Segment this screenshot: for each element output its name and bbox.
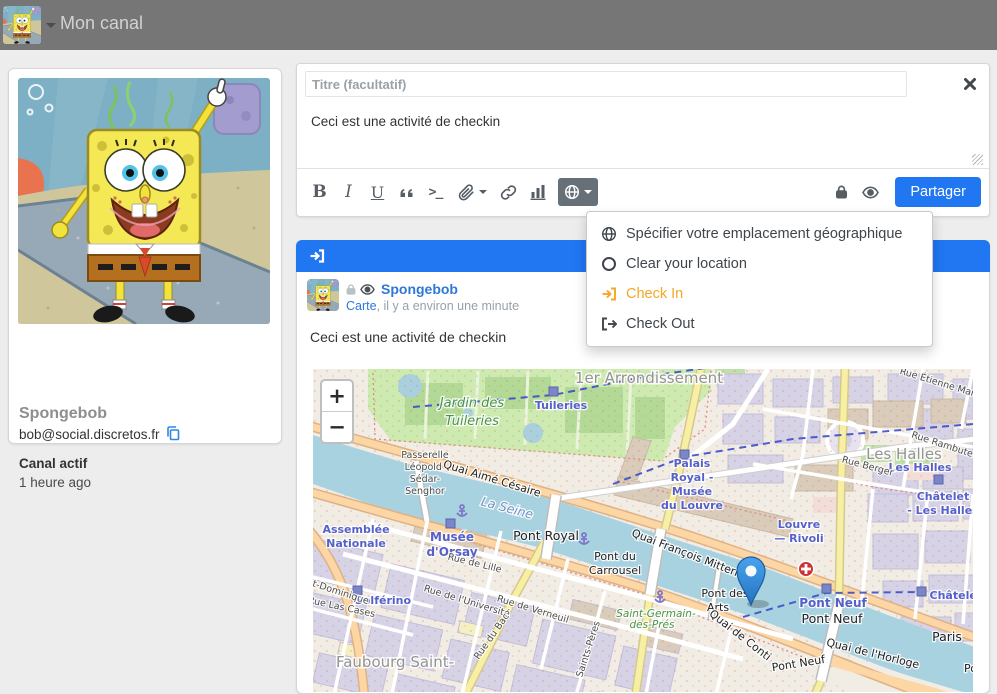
sign-in-icon bbox=[309, 248, 325, 264]
post-meta: Carte, il y a environ une minute bbox=[346, 299, 519, 313]
map-label: Royal - bbox=[671, 471, 714, 484]
zoom-out-button[interactable]: − bbox=[322, 412, 352, 442]
channel-avatar[interactable] bbox=[3, 6, 41, 44]
post-body-text: Ceci est une activité de checkin bbox=[310, 329, 506, 345]
chevron-down-icon bbox=[479, 190, 487, 198]
terminal-icon[interactable]: >_ bbox=[421, 177, 450, 207]
map-label: Nationale bbox=[326, 537, 386, 550]
sign-out-icon bbox=[601, 316, 617, 332]
map-label: Louvre bbox=[778, 518, 820, 531]
map-label: Sédar- bbox=[410, 474, 440, 485]
map-label: Pont du bbox=[594, 550, 636, 563]
title-input[interactable] bbox=[305, 71, 907, 97]
map-label: Pont des bbox=[701, 587, 749, 600]
top-navbar: Mon canal bbox=[0, 0, 997, 50]
map-label: Pont Neuf bbox=[799, 596, 867, 610]
chart-icon[interactable] bbox=[523, 177, 552, 207]
menu-item-set-location[interactable]: Spécifier votre emplacement géographique bbox=[587, 219, 932, 249]
map-label: Passerelle bbox=[401, 450, 449, 461]
post-editor: Ceci est une activité de checkin B I U >… bbox=[296, 63, 990, 217]
menu-item-check-in[interactable]: Check In bbox=[587, 279, 932, 309]
post-author-name[interactable]: Spongebob bbox=[381, 281, 458, 297]
map-label: Pont Royal bbox=[513, 528, 579, 543]
spongebob-profile-image bbox=[18, 78, 270, 324]
menu-item-label: Check Out bbox=[626, 316, 695, 332]
map-label: Les Halles bbox=[888, 461, 951, 474]
textarea-resize-handle[interactable] bbox=[972, 154, 983, 165]
location-tools-button[interactable] bbox=[558, 178, 598, 206]
map-label: Musée bbox=[672, 485, 712, 498]
map-zoom-control: + − bbox=[320, 379, 354, 444]
menu-item-check-out[interactable]: Check Out bbox=[587, 309, 932, 339]
map-label: Tuileries bbox=[445, 414, 499, 429]
map-label: Pont Neuf bbox=[802, 611, 864, 626]
menu-item-clear-location[interactable]: Clear your location bbox=[587, 249, 932, 279]
map-label: — Rivoli bbox=[774, 532, 823, 545]
map-label: Châtelet - bbox=[930, 589, 973, 602]
map-label: Châtelet bbox=[917, 490, 970, 503]
underline-icon[interactable]: U bbox=[363, 177, 392, 207]
globe-icon bbox=[564, 184, 580, 200]
channel-status-time: 1 heure ago bbox=[19, 475, 91, 490]
spongebob-avatar-image bbox=[307, 279, 339, 311]
channel-status-label: Canal actif bbox=[19, 456, 87, 471]
map-label: Jardin des bbox=[437, 396, 505, 411]
copy-icon[interactable] bbox=[165, 425, 181, 441]
map-label: Assemblée bbox=[322, 523, 389, 536]
post-app-link[interactable]: Carte bbox=[346, 299, 377, 313]
bold-icon[interactable]: B bbox=[305, 177, 334, 207]
attach-icon[interactable] bbox=[450, 177, 494, 207]
checkin-map[interactable]: + − bbox=[313, 369, 973, 692]
navbar-title[interactable]: Mon canal bbox=[60, 13, 143, 34]
profile-name: Spongebob bbox=[19, 405, 107, 423]
eye-icon[interactable] bbox=[856, 177, 885, 207]
map-label: des-Prés bbox=[630, 619, 675, 631]
post-body-input[interactable]: Ceci est une activité de checkin bbox=[309, 112, 953, 166]
map-label: Musée bbox=[430, 530, 474, 544]
hospital-icon bbox=[798, 561, 815, 578]
map-label: Léopold- bbox=[405, 462, 446, 473]
location-dropdown-menu: Spécifier votre emplacement géographique… bbox=[586, 211, 933, 347]
quote-icon[interactable] bbox=[392, 177, 421, 207]
spongebob-avatar-image bbox=[3, 6, 41, 44]
map-label: - Les Halles bbox=[907, 504, 973, 517]
lock-icon bbox=[345, 283, 357, 296]
profile-card: Spongebob bob@social.discretos.fr Canal … bbox=[8, 68, 282, 444]
map-label: Pont N bbox=[964, 662, 973, 675]
zoom-in-button[interactable]: + bbox=[322, 381, 352, 412]
map-label: Carrousel bbox=[589, 564, 641, 577]
map-label: Senghor bbox=[405, 486, 445, 497]
share-button[interactable]: Partager bbox=[895, 177, 981, 207]
menu-item-label: Clear your location bbox=[626, 256, 747, 272]
map-label: Paris bbox=[932, 629, 962, 644]
map-tiles: 1er Arrondissement Jardin des Tuileries … bbox=[313, 369, 973, 692]
link-icon[interactable] bbox=[494, 177, 523, 207]
menu-item-label: Check In bbox=[626, 286, 683, 302]
menu-item-label: Spécifier votre emplacement géographique bbox=[626, 226, 902, 242]
globe-icon bbox=[601, 226, 617, 242]
italic-icon[interactable]: I bbox=[334, 177, 363, 207]
chevron-down-icon bbox=[584, 190, 592, 198]
sign-in-icon bbox=[601, 286, 617, 302]
close-icon[interactable] bbox=[963, 77, 977, 91]
post-author-avatar[interactable] bbox=[307, 279, 339, 311]
profile-photo[interactable] bbox=[18, 78, 270, 324]
map-label: Palais bbox=[674, 457, 711, 470]
map-label: Tuileries bbox=[535, 399, 588, 412]
map-label: du Louvre bbox=[661, 499, 723, 512]
post-timestamp: , il y a environ une minute bbox=[377, 299, 519, 313]
eye-icon[interactable] bbox=[360, 283, 375, 296]
profile-address: bob@social.discretos.fr bbox=[19, 427, 160, 442]
map-label: Faubourg Saint- bbox=[336, 653, 454, 671]
circle-icon bbox=[601, 256, 617, 272]
lock-icon[interactable] bbox=[827, 177, 856, 207]
chevron-down-icon[interactable] bbox=[46, 23, 56, 33]
editor-toolbar: B I U >_ Partager bbox=[297, 168, 989, 215]
map-label: 1er Arrondissement bbox=[575, 369, 723, 387]
